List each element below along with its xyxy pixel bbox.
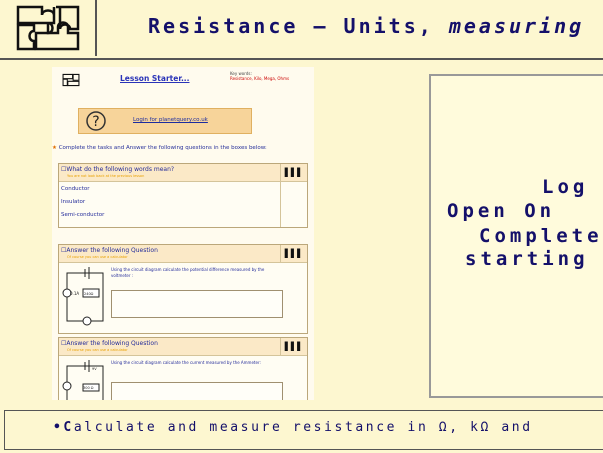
level-bars-icon: ▌▌▌ (280, 164, 307, 181)
answer-field[interactable] (111, 382, 283, 400)
circuit-diagram: 9V 300 Ω (62, 360, 104, 400)
resistor-label: 240Ω (84, 292, 94, 296)
voltage-label: 9V (92, 367, 97, 371)
level-bars-icon: ▌▌▌ (280, 245, 307, 262)
puzzle-icon (62, 73, 80, 87)
question-box-3: ☐Answer the following Question Of course… (58, 337, 308, 400)
word-item: Insulator (61, 199, 86, 205)
instructions: ★ Complete the tasks and Answer the foll… (52, 145, 267, 151)
question-title: ☐What do the following words mean? (61, 166, 175, 173)
worksheet-screenshot: Lesson Starter... Key words: Resistance,… (52, 67, 314, 400)
question-subtitle: Of course you can use a calculator (67, 348, 128, 352)
word-item: Conductor (61, 186, 90, 192)
panel-line-4: starting (465, 248, 589, 270)
logo-box (0, 0, 97, 56)
learning-objective-bar: •Calculate and measure resistance in Ω, … (4, 410, 603, 450)
question-mark-icon: ? (86, 111, 106, 131)
question-title: ☐Answer the following Question (61, 247, 158, 254)
panel-line-1: Log (542, 176, 589, 198)
question-text: Using the circuit diagram calculate the … (111, 360, 261, 365)
question-subtitle: Of course you can use a calculator (67, 255, 128, 259)
question-box-1: ☐What do the following words mean? You a… (58, 163, 308, 228)
svg-text:?: ? (92, 114, 99, 130)
login-link[interactable]: Login for planetquery.co.uk (133, 117, 208, 123)
learning-objective: •Calculate and measure resistance in Ω, … (53, 420, 533, 435)
answer-field[interactable] (111, 290, 283, 318)
current-label: 0.1A (70, 291, 79, 296)
word-item: Semi-conductor (61, 212, 105, 218)
worksheet-header: Lesson Starter... Key words: Resistance,… (60, 69, 310, 91)
resistor-label: 300 Ω (83, 386, 94, 390)
question-title: ☐Answer the following Question (61, 340, 158, 347)
instruction-panel: Log Open On Complete starting (429, 74, 603, 398)
level-bars-icon: ▌▌▌ (280, 338, 307, 355)
lesson-starter-link[interactable]: Lesson Starter... (120, 74, 190, 83)
panel-line-2: Open On (447, 200, 556, 222)
panel-line-3: Complete (479, 225, 603, 247)
page-title: Resistance – Units, measuring (148, 14, 585, 38)
star-icon: ★ (52, 145, 59, 151)
header: Resistance – Units, measuring (0, 0, 603, 60)
key-words: Key words: Resistance, Kilo, Mega, Ohms (230, 71, 290, 81)
question-text: Using the circuit diagram calculate the … (111, 267, 265, 278)
puzzle-icon (16, 5, 79, 51)
circuit-diagram: 0.1A 240Ω (62, 267, 104, 326)
question-subtitle: You are not look back at the previous le… (67, 174, 145, 178)
question-box-2: ☐Answer the following Question Of course… (58, 244, 308, 334)
login-box: ? Login for planetquery.co.uk (78, 108, 252, 134)
